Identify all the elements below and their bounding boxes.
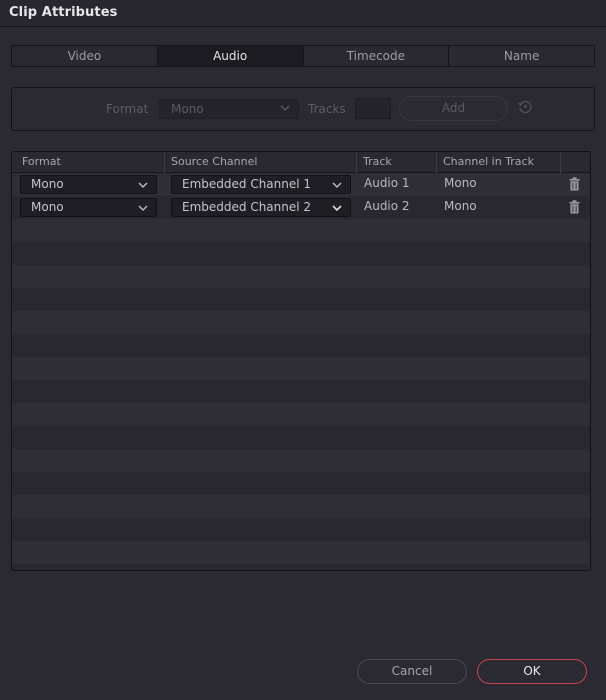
table-row-stripe bbox=[12, 564, 590, 570]
ok-button[interactable]: OK bbox=[477, 659, 587, 684]
cancel-button[interactable]: Cancel bbox=[357, 659, 467, 684]
column-header-track[interactable]: Track bbox=[357, 152, 437, 173]
table-row: Mono Embedded Channel 1 Audio 1 Mono bbox=[12, 173, 590, 196]
tab-timecode[interactable]: Timecode bbox=[304, 46, 450, 66]
row-source-channel-value: Embedded Channel 2 bbox=[182, 200, 312, 214]
row-source-channel-select[interactable]: Embedded Channel 1 bbox=[171, 175, 351, 194]
table-body: Mono Embedded Channel 1 Audio 1 Mono Mon… bbox=[12, 173, 590, 570]
chevron-down-icon bbox=[332, 200, 342, 214]
chevron-down-icon bbox=[138, 200, 148, 214]
format-label: Format bbox=[106, 102, 149, 116]
tab-name[interactable]: Name bbox=[449, 46, 594, 66]
add-tracks-panel: Format Mono Tracks Add bbox=[11, 87, 595, 131]
table-row-stripe bbox=[12, 403, 590, 426]
add-button[interactable]: Add bbox=[399, 96, 508, 121]
table-row-stripe bbox=[12, 265, 590, 288]
tab-video[interactable]: Video bbox=[12, 46, 158, 66]
table-row: Mono Embedded Channel 2 Audio 2 Mono bbox=[12, 196, 590, 219]
column-header-format[interactable]: Format bbox=[12, 152, 165, 173]
table-row-stripe bbox=[12, 311, 590, 334]
format-select[interactable]: Mono bbox=[159, 99, 299, 119]
table-row-stripe bbox=[12, 219, 590, 242]
row-track: Audio 1 bbox=[364, 176, 410, 190]
table-row-stripe bbox=[12, 242, 590, 265]
format-select-value: Mono bbox=[171, 102, 204, 116]
column-header-source-channel[interactable]: Source Channel bbox=[165, 152, 357, 173]
table-row-stripe bbox=[12, 472, 590, 495]
table-row-stripe bbox=[12, 541, 590, 564]
table-row-stripe bbox=[12, 380, 590, 403]
row-track: Audio 2 bbox=[364, 199, 410, 213]
chevron-down-icon bbox=[138, 177, 148, 191]
row-channel-in-track: Mono bbox=[444, 199, 477, 213]
row-format-select[interactable]: Mono bbox=[20, 198, 157, 217]
audio-mapping-table: Format Source Channel Track Channel in T… bbox=[11, 151, 591, 571]
row-format-select[interactable]: Mono bbox=[20, 175, 157, 194]
trash-icon[interactable] bbox=[569, 176, 580, 191]
table-row-stripe bbox=[12, 426, 590, 449]
column-header-channel-in-track[interactable]: Channel in Track bbox=[437, 152, 561, 173]
tracks-label: Tracks bbox=[308, 102, 346, 116]
table-row-stripe bbox=[12, 334, 590, 357]
table-row-stripe bbox=[12, 518, 590, 541]
tracks-input[interactable] bbox=[355, 98, 391, 119]
row-source-channel-select[interactable]: Embedded Channel 2 bbox=[171, 198, 351, 217]
dialog-titlebar: Clip Attributes bbox=[0, 0, 606, 27]
table-header: Format Source Channel Track Channel in T… bbox=[12, 152, 590, 173]
dialog-title: Clip Attributes bbox=[9, 5, 118, 20]
tab-audio[interactable]: Audio bbox=[157, 46, 304, 66]
table-row-stripe bbox=[12, 357, 590, 380]
chevron-down-icon bbox=[332, 177, 342, 191]
chevron-down-icon bbox=[280, 101, 290, 118]
table-row-stripe bbox=[12, 495, 590, 518]
tab-bar: Video Audio Timecode Name bbox=[11, 45, 595, 67]
reset-icon[interactable] bbox=[517, 99, 533, 115]
column-header-actions bbox=[561, 152, 590, 173]
row-channel-in-track: Mono bbox=[444, 176, 477, 190]
table-row-stripe bbox=[12, 449, 590, 472]
table-row-stripe bbox=[12, 288, 590, 311]
trash-icon[interactable] bbox=[569, 199, 580, 214]
row-format-value: Mono bbox=[31, 177, 64, 191]
row-source-channel-value: Embedded Channel 1 bbox=[182, 177, 312, 191]
row-format-value: Mono bbox=[31, 200, 64, 214]
